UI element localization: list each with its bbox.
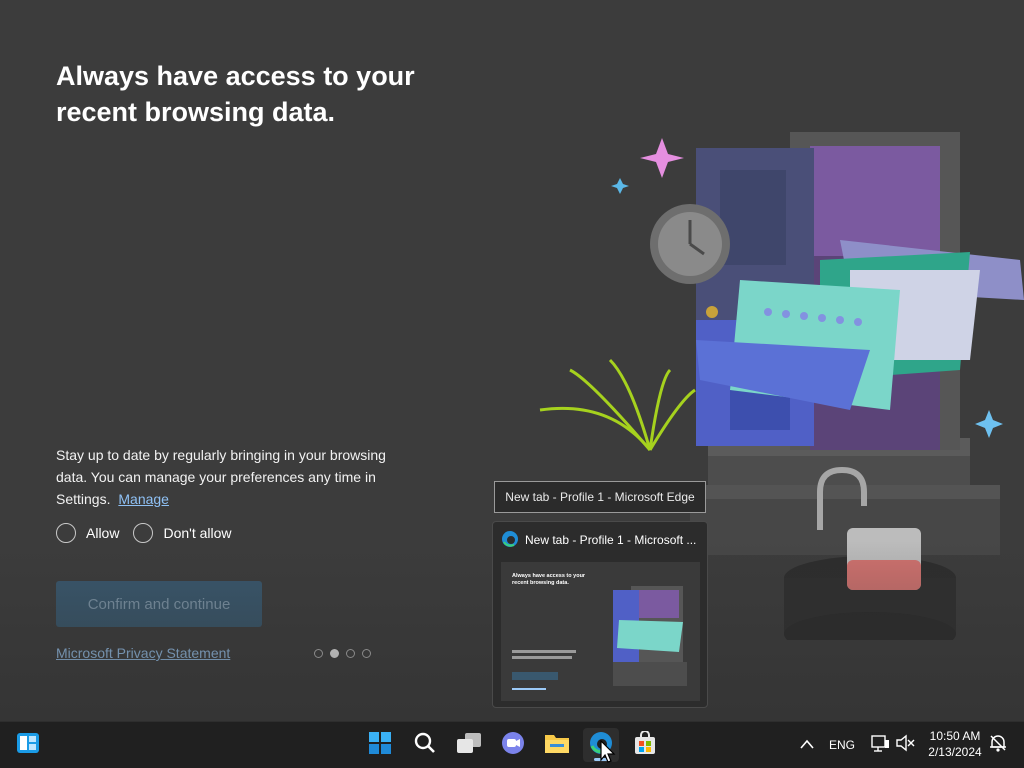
description-text: Stay up to date by regularly bringing in… — [56, 444, 406, 510]
system-clock[interactable]: 10:50 AM 2/13/2024 — [922, 728, 988, 760]
page-dot-4[interactable] — [362, 649, 371, 658]
teams-icon — [500, 731, 526, 760]
store-button[interactable] — [627, 728, 663, 762]
consent-options: Allow Don't allow — [56, 523, 232, 543]
language-indicator[interactable]: ENG — [829, 738, 855, 752]
page-indicator — [314, 649, 371, 658]
preview-thumb-headline: Always have access to your recent browsi… — [512, 573, 586, 586]
dont-allow-label: Don't allow — [163, 525, 232, 541]
taskbar-tooltip: New tab - Profile 1 - Microsoft Edge — [494, 481, 706, 513]
file-explorer-button[interactable] — [539, 728, 575, 762]
mouse-cursor-icon — [600, 740, 616, 763]
clock-time: 10:50 AM — [929, 729, 981, 743]
file-explorer-icon — [544, 732, 570, 759]
edge-icon — [501, 530, 519, 551]
preview-title: New tab - Profile 1 - Microsoft ... — [525, 533, 697, 547]
search-icon — [413, 731, 437, 760]
page-dot-1[interactable] — [314, 649, 323, 658]
manage-link[interactable]: Manage — [118, 491, 169, 507]
preview-header: New tab - Profile 1 - Microsoft ... — [493, 522, 707, 558]
allow-label: Allow — [86, 525, 120, 541]
widgets-button[interactable] — [10, 728, 46, 762]
volume-muted-icon — [895, 734, 915, 757]
notification-button[interactable] — [980, 728, 1016, 762]
privacy-statement-link[interactable]: Microsoft Privacy Statement — [56, 645, 230, 661]
confirm-button[interactable]: Confirm and continue — [56, 581, 262, 627]
search-button[interactable] — [407, 728, 443, 762]
allow-radio[interactable]: Allow — [56, 523, 119, 543]
volume-button[interactable] — [887, 728, 923, 762]
page-dot-3[interactable] — [346, 649, 355, 658]
dont-allow-radio[interactable]: Don't allow — [133, 523, 232, 543]
task-view-icon — [456, 732, 482, 759]
start-icon — [368, 731, 392, 760]
allow-radio-circle[interactable] — [56, 523, 76, 543]
page-dot-2[interactable] — [330, 649, 339, 658]
page-title: Always have access to your recent browsi… — [56, 61, 415, 127]
store-icon — [633, 729, 657, 760]
widgets-icon — [16, 732, 40, 759]
description-body: Stay up to date by regularly bringing in… — [56, 447, 386, 507]
start-button[interactable] — [362, 728, 398, 762]
taskbar-window-preview[interactable]: New tab - Profile 1 - Microsoft ... Alwa… — [492, 521, 708, 708]
show-hidden-icons-button[interactable] — [789, 728, 825, 762]
task-view-button[interactable] — [451, 728, 487, 762]
dont-allow-radio-circle[interactable] — [133, 523, 154, 543]
preview-thumbnail[interactable]: Always have access to your recent browsi… — [501, 562, 700, 701]
clock-date: 2/13/2024 — [928, 745, 982, 759]
chevron-up-icon — [800, 736, 814, 754]
taskbar: ENG 10:50 AM 2/13/2024 — [0, 721, 1024, 768]
teams-button[interactable] — [495, 728, 531, 762]
notification-bell-icon — [988, 733, 1008, 758]
